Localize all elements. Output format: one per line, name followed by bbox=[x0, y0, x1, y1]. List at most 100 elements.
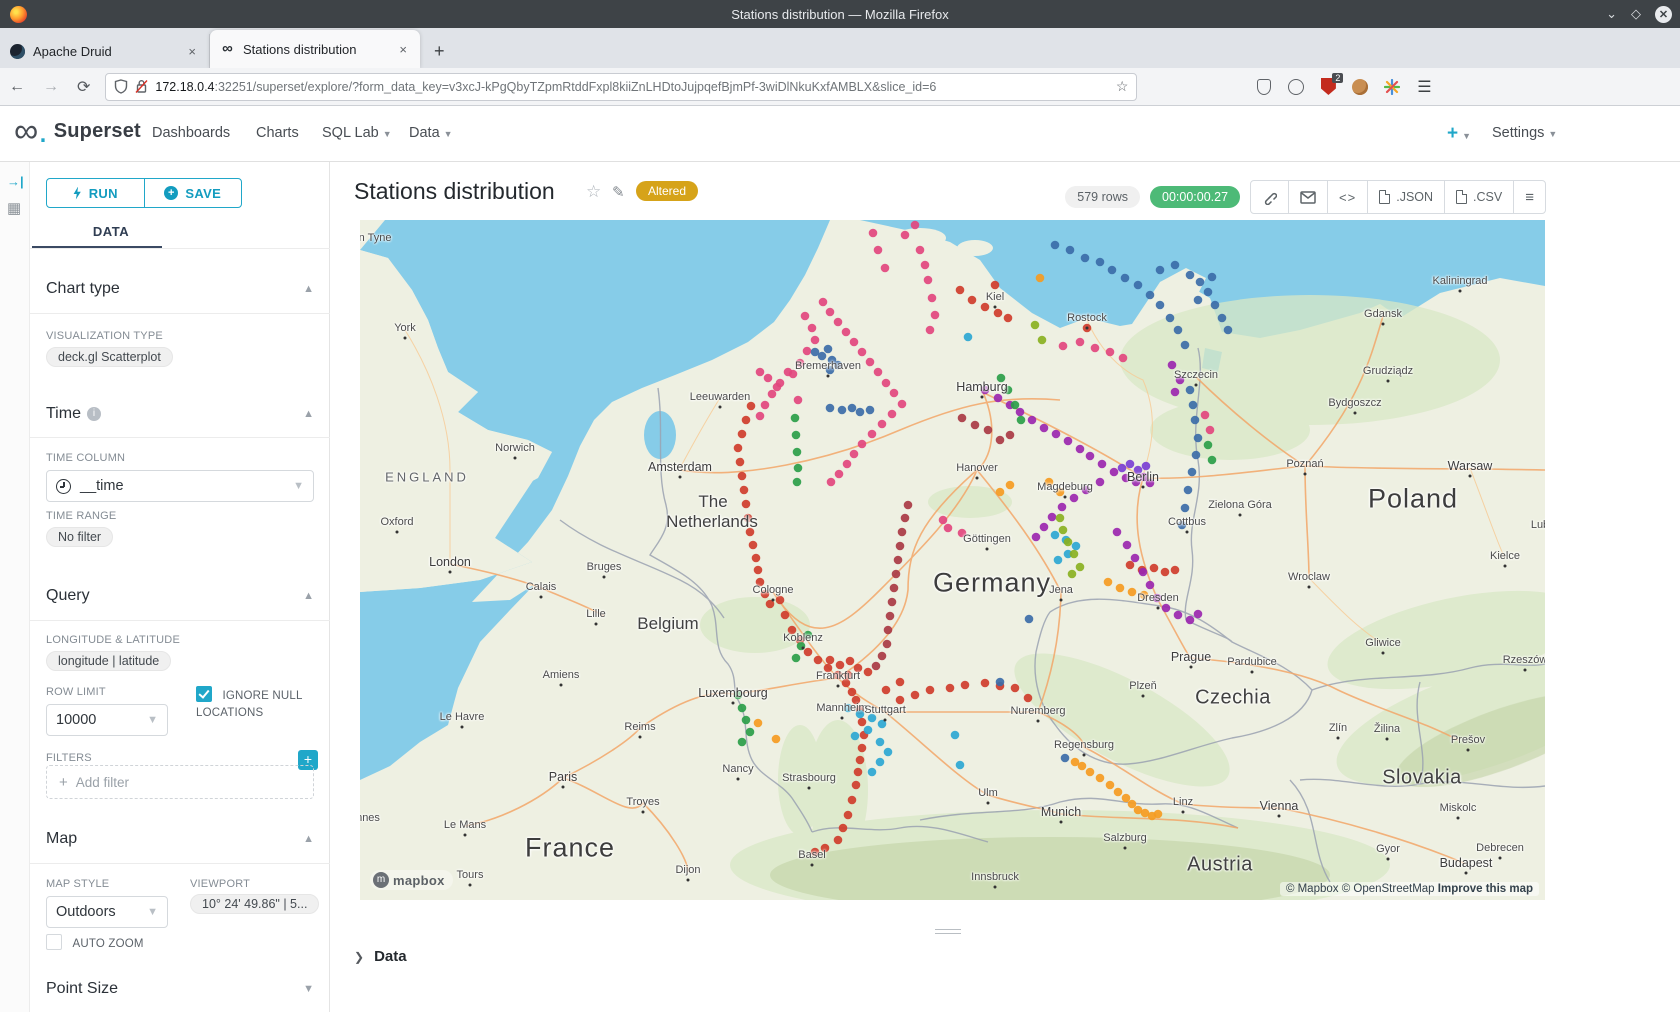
scatter-point[interactable] bbox=[827, 478, 836, 487]
scatter-point[interactable] bbox=[956, 286, 965, 295]
scatter-point[interactable] bbox=[792, 654, 801, 663]
scatter-point[interactable] bbox=[794, 396, 803, 405]
scatter-point[interactable] bbox=[1156, 301, 1165, 310]
scatter-point[interactable] bbox=[1036, 274, 1045, 283]
scatter-point[interactable] bbox=[1096, 774, 1105, 783]
scatter-point[interactable] bbox=[814, 656, 823, 665]
scatter-point[interactable] bbox=[1146, 479, 1155, 488]
ublock-icon[interactable]: 2 bbox=[1319, 78, 1337, 96]
pocket-shield-icon[interactable] bbox=[1255, 78, 1273, 96]
scatter-point[interactable] bbox=[794, 464, 803, 473]
scatter-point[interactable] bbox=[1070, 550, 1079, 559]
scatter-point[interactable] bbox=[1066, 246, 1075, 255]
scatter-point[interactable] bbox=[848, 796, 857, 805]
scatter-point[interactable] bbox=[844, 671, 853, 680]
scatter-point[interactable] bbox=[1108, 266, 1117, 275]
scatter-point[interactable] bbox=[1058, 503, 1067, 512]
scatter-point[interactable] bbox=[1171, 566, 1180, 575]
scatter-point[interactable] bbox=[856, 756, 865, 765]
scatter-point[interactable] bbox=[738, 704, 747, 713]
scatter-point[interactable] bbox=[756, 412, 765, 421]
scatter-point[interactable] bbox=[944, 524, 953, 533]
scatter-point[interactable] bbox=[878, 420, 887, 429]
colorful-asterisk-icon[interactable] bbox=[1383, 78, 1401, 96]
scatter-point[interactable] bbox=[1114, 788, 1123, 797]
scatter-point[interactable] bbox=[882, 686, 891, 695]
scatter-point[interactable] bbox=[749, 541, 758, 550]
scatter-point[interactable] bbox=[846, 657, 855, 666]
scatter-point[interactable] bbox=[866, 406, 875, 415]
scatter-point[interactable] bbox=[776, 596, 785, 605]
scatter-point[interactable] bbox=[811, 848, 820, 857]
scatter-point[interactable] bbox=[1162, 604, 1171, 613]
scatter-point[interactable] bbox=[884, 626, 893, 635]
altered-badge[interactable]: Altered bbox=[636, 181, 698, 201]
viewport-value[interactable]: 10° 24' 49.86" | 5... bbox=[190, 894, 319, 914]
scatter-point[interactable] bbox=[788, 626, 797, 635]
scatter-point[interactable] bbox=[872, 662, 881, 671]
export-csv-button[interactable]: .CSV bbox=[1445, 181, 1514, 213]
scatter-point[interactable] bbox=[1048, 513, 1057, 522]
scatter-point[interactable] bbox=[1156, 266, 1165, 275]
scatter-point[interactable] bbox=[951, 731, 960, 740]
scatter-point[interactable] bbox=[836, 661, 845, 670]
scatter-point[interactable] bbox=[1171, 388, 1180, 397]
superset-logo[interactable]: ∞. Superset bbox=[14, 116, 141, 146]
scatter-point[interactable] bbox=[1194, 434, 1203, 443]
scatter-point[interactable] bbox=[1184, 486, 1193, 495]
time-range-value[interactable]: No filter bbox=[46, 527, 113, 547]
scatter-point[interactable] bbox=[851, 732, 860, 741]
scatter-point[interactable] bbox=[1025, 615, 1034, 624]
scatter-point[interactable] bbox=[754, 566, 763, 575]
scatter-point[interactable] bbox=[1070, 494, 1079, 503]
scatter-point[interactable] bbox=[838, 406, 847, 415]
scatter-point[interactable] bbox=[901, 231, 910, 240]
scatter-point[interactable] bbox=[1196, 278, 1205, 287]
section-query[interactable]: Query▲ bbox=[46, 587, 314, 605]
scatter-point[interactable] bbox=[734, 444, 743, 453]
scatter-point[interactable] bbox=[1106, 348, 1115, 357]
scatter-point[interactable] bbox=[926, 686, 935, 695]
email-button[interactable] bbox=[1289, 181, 1328, 213]
close-tab-icon[interactable]: × bbox=[185, 44, 199, 59]
scatter-point[interactable] bbox=[804, 648, 813, 657]
scatter-point[interactable] bbox=[818, 352, 827, 361]
scatter-point[interactable] bbox=[752, 554, 761, 563]
run-button[interactable]: RUN bbox=[47, 179, 144, 207]
multi-account-mask-icon[interactable] bbox=[1287, 78, 1305, 96]
scatter-point[interactable] bbox=[1004, 386, 1013, 395]
scatter-point[interactable] bbox=[1218, 314, 1227, 323]
scatter-point[interactable] bbox=[1139, 568, 1148, 577]
scatter-point[interactable] bbox=[796, 359, 805, 368]
scatter-point[interactable] bbox=[858, 718, 867, 727]
window-close-icon[interactable]: ✕ bbox=[1655, 6, 1672, 23]
scatter-point[interactable] bbox=[826, 656, 835, 665]
scatter-point[interactable] bbox=[939, 516, 948, 525]
bookmark-star-icon[interactable]: ☆ bbox=[1116, 78, 1129, 95]
nav-sql-lab[interactable]: SQL Lab▼ bbox=[322, 125, 392, 141]
scatter-point[interactable] bbox=[1032, 533, 1041, 542]
export-json-button[interactable]: .JSON bbox=[1368, 181, 1445, 213]
scatter-point[interactable] bbox=[892, 570, 901, 579]
scatter-point[interactable] bbox=[958, 414, 967, 423]
scatter-point[interactable] bbox=[896, 678, 905, 687]
scatter-point[interactable] bbox=[958, 529, 967, 538]
scatter-point[interactable] bbox=[1004, 314, 1013, 323]
scatter-point[interactable] bbox=[1191, 416, 1200, 425]
scatter-point[interactable] bbox=[742, 500, 751, 509]
scatter-point[interactable] bbox=[984, 426, 993, 435]
scatter-point[interactable] bbox=[1208, 456, 1217, 465]
scatter-point[interactable] bbox=[1166, 314, 1175, 323]
scatter-point[interactable] bbox=[842, 328, 851, 337]
scatter-point[interactable] bbox=[1045, 478, 1054, 487]
scatter-point[interactable] bbox=[968, 296, 977, 305]
scatter-point[interactable] bbox=[843, 460, 852, 469]
data-results-collapse[interactable]: ❯ Data bbox=[354, 948, 407, 965]
scatter-point[interactable] bbox=[792, 431, 801, 440]
scatter-point[interactable] bbox=[811, 336, 820, 345]
scatter-point[interactable] bbox=[761, 401, 770, 410]
scatter-point[interactable] bbox=[848, 404, 857, 413]
scatter-point[interactable] bbox=[1081, 254, 1090, 263]
scatter-point[interactable] bbox=[850, 338, 859, 347]
scatter-point[interactable] bbox=[1186, 616, 1195, 625]
